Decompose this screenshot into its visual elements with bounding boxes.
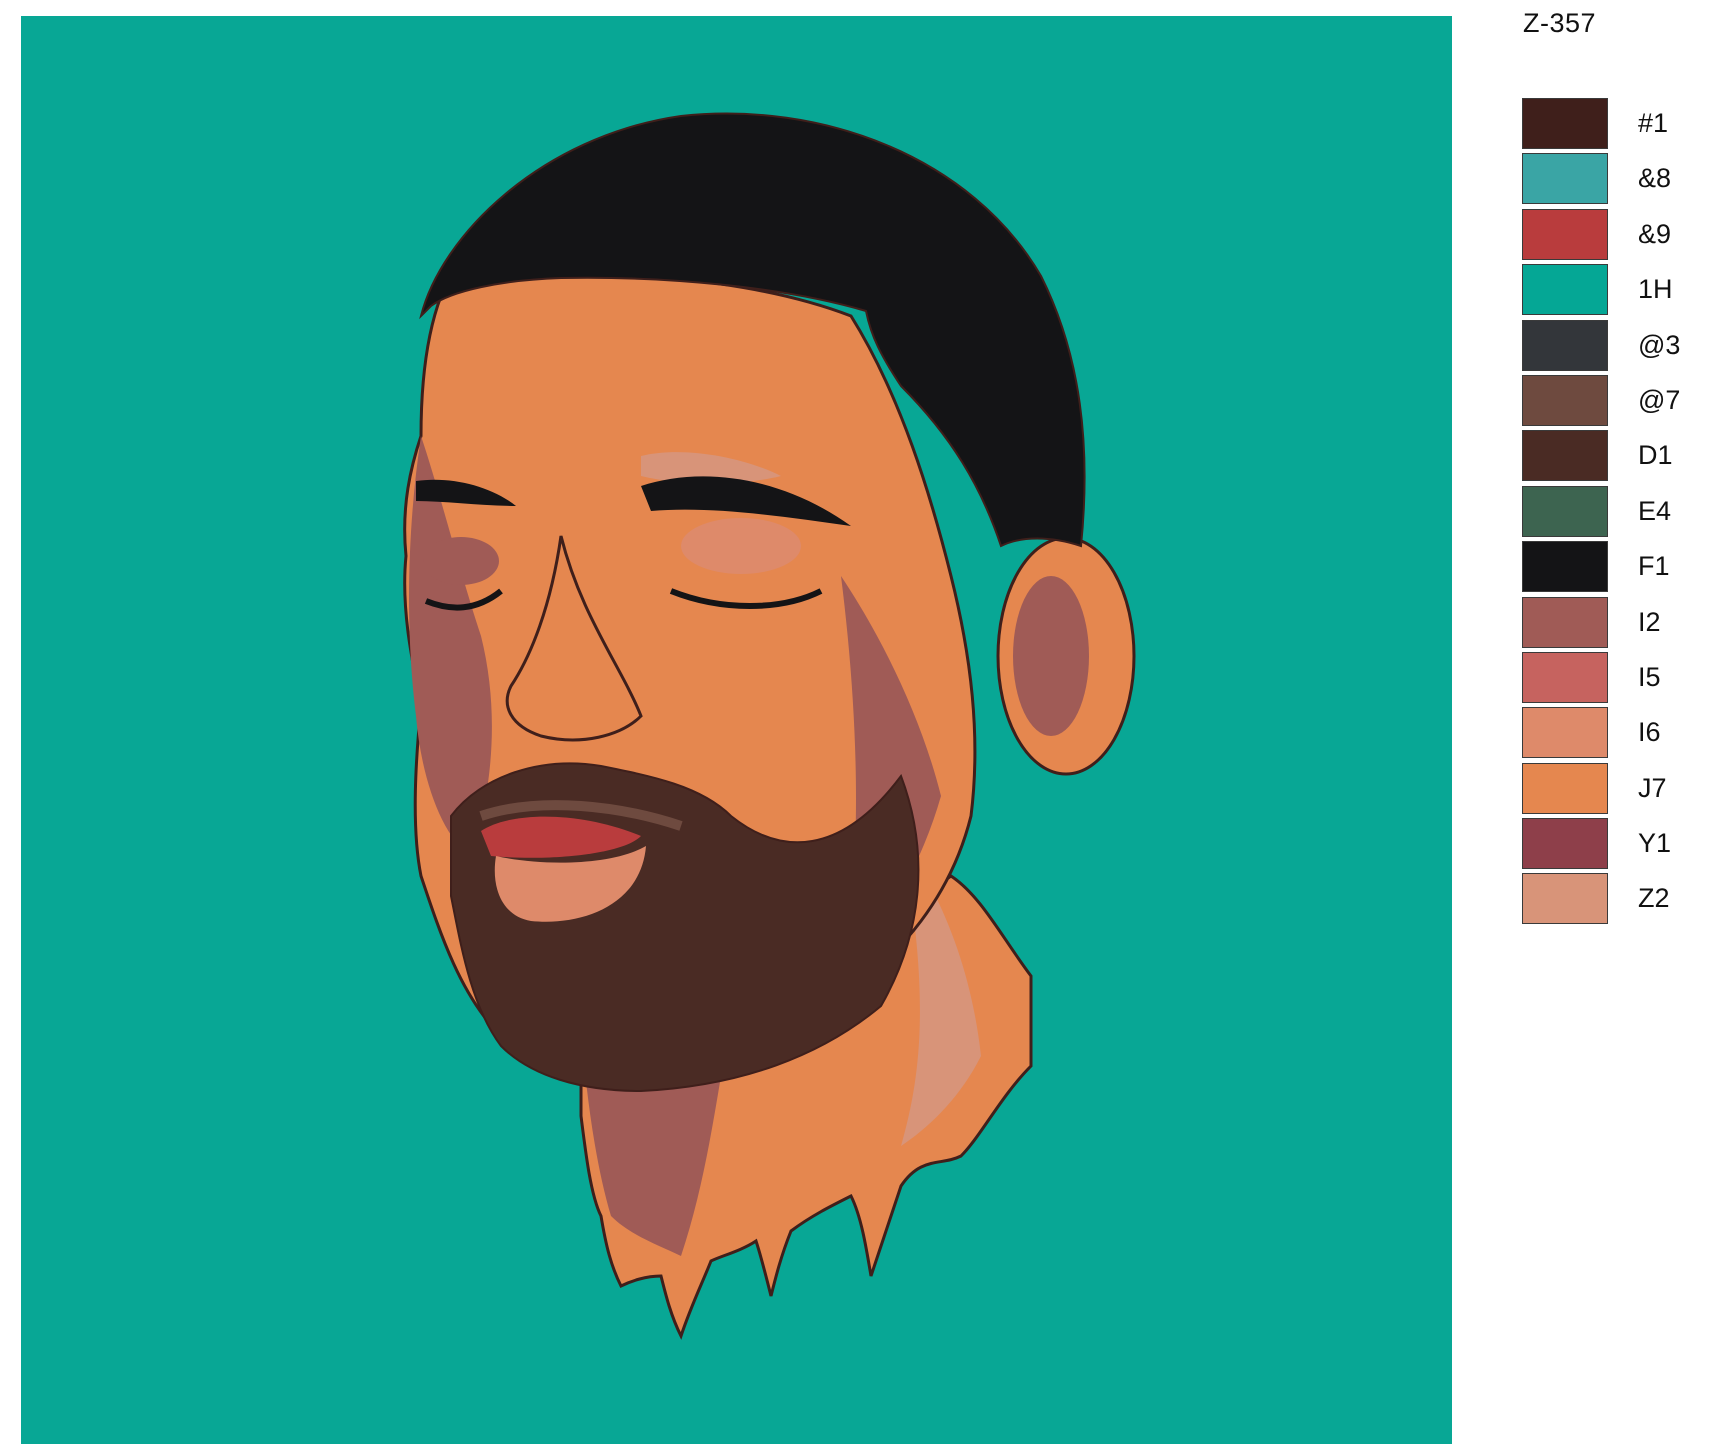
palette-row: @3: [1522, 319, 1702, 375]
color-code-label: &9: [1638, 218, 1672, 249]
color-swatch: [1522, 208, 1608, 260]
paint-by-numbers-canvas: [21, 16, 1452, 1444]
palette-row: D1: [1522, 430, 1702, 485]
color-swatch: [1522, 153, 1608, 205]
palette-row: 1H: [1522, 264, 1702, 319]
color-code-label: F1: [1638, 551, 1670, 582]
color-swatch: [1522, 651, 1608, 703]
right-eyelid: [681, 518, 801, 574]
palette-row: J7: [1522, 762, 1702, 818]
palette-row: #1: [1522, 98, 1702, 153]
color-swatch: [1522, 319, 1608, 371]
palette-row: &8: [1522, 153, 1702, 208]
color-code-label: 1H: [1638, 274, 1673, 305]
portrait-illustration: [403, 112, 1136, 1340]
palette-row: Z2: [1522, 873, 1702, 928]
color-swatch: [1522, 541, 1608, 593]
color-swatch: [1522, 98, 1608, 149]
color-swatch: [1522, 818, 1608, 870]
palette-row: I6: [1522, 707, 1702, 762]
color-code-label: I5: [1638, 661, 1661, 692]
palette-row: I2: [1522, 596, 1702, 652]
color-swatch: [1522, 485, 1608, 537]
color-code-label: I2: [1638, 606, 1661, 637]
color-code-label: I6: [1638, 717, 1661, 748]
palette-row: I5: [1522, 651, 1702, 707]
color-code-label: Z2: [1638, 883, 1670, 914]
kit-code: Z-357: [1523, 8, 1597, 38]
color-code-label: #1: [1638, 108, 1669, 138]
color-swatch: [1522, 873, 1608, 925]
color-swatch: [1522, 707, 1608, 759]
ear-inner: [1013, 576, 1089, 736]
palette-row: @7: [1522, 374, 1702, 430]
palette-row: E4: [1522, 485, 1702, 541]
palette-row: Y1: [1522, 818, 1702, 873]
color-swatch: [1522, 374, 1608, 426]
color-code-label: Y1: [1638, 828, 1672, 859]
color-swatch: [1522, 264, 1608, 316]
color-swatch: [1522, 596, 1608, 648]
color-code-label: E4: [1638, 495, 1672, 526]
color-code-label: D1: [1638, 440, 1673, 471]
color-code-label: @7: [1638, 384, 1681, 415]
left-eyelid: [423, 537, 499, 585]
color-palette-legend: #1 &8 &9 1H @3 @7 D1 E4 F1 I2 I5 I6 J7 Y1 Z2: [1522, 98, 1702, 929]
color-code-label: &8: [1638, 163, 1672, 194]
color-code-label: J7: [1638, 772, 1667, 803]
palette-row: F1: [1522, 541, 1702, 596]
color-swatch: [1522, 762, 1608, 814]
color-code-label: @3: [1638, 329, 1681, 360]
palette-row: &9: [1522, 208, 1702, 264]
color-swatch: [1522, 430, 1608, 482]
